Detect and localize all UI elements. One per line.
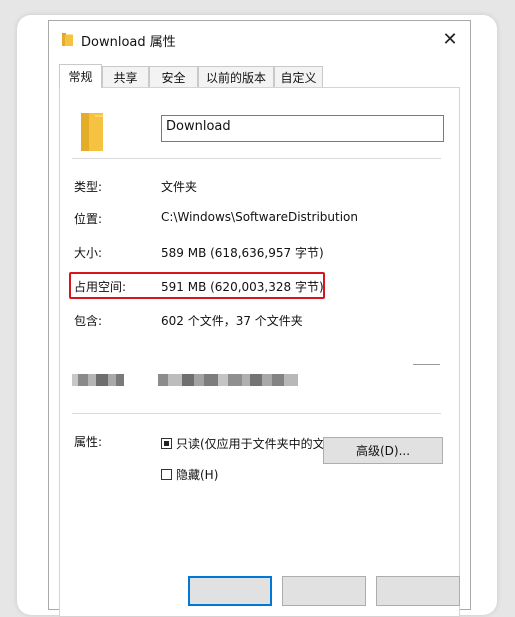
readonly-checkbox[interactable] [161, 438, 172, 449]
size-on-disk-value: 591 MB (620,003,328 字节) [161, 280, 324, 294]
properties-dialog: Download 属性 ✕ 常规 共享 安全 以前的版本 自定义 Downloa… [48, 20, 471, 617]
tab-label: 常规 [68, 70, 93, 84]
general-tab-page: Download 类型: 文件夹 位置: C:\Windows\Software… [59, 87, 460, 617]
divider [72, 413, 441, 414]
blurred-value [158, 374, 298, 386]
advanced-button[interactable]: 高级(D)... [323, 437, 443, 464]
tab-previous-versions[interactable]: 以前的版本 [198, 66, 274, 87]
attributes-label: 属性: [74, 435, 103, 449]
tab-general[interactable]: 常规 [59, 64, 102, 88]
size-on-disk-label: 占用空间: [74, 280, 127, 294]
type-label: 类型: [74, 180, 103, 194]
contains-label: 包含: [74, 314, 103, 328]
divider [413, 364, 440, 365]
apply-button[interactable] [376, 576, 460, 606]
window-title: Download 属性 [81, 35, 176, 50]
hidden-checkbox[interactable] [161, 469, 172, 480]
size-label: 大小: [74, 246, 103, 260]
folder-icon [62, 33, 73, 46]
title-bar: Download 属性 ✕ [49, 21, 470, 57]
tab-security[interactable]: 安全 [149, 66, 198, 87]
tab-label: 共享 [113, 70, 138, 85]
ok-button[interactable] [188, 576, 272, 606]
cancel-button[interactable] [282, 576, 366, 606]
location-value: C:\Windows\SoftwareDistribution [161, 210, 358, 224]
tab-label: 以前的版本 [205, 70, 266, 85]
close-button[interactable]: ✕ [438, 27, 462, 51]
location-label: 位置: [74, 212, 103, 226]
folder-name-input[interactable]: Download [161, 115, 444, 142]
blurred-label [72, 374, 124, 386]
indeterminate-mark [164, 441, 169, 446]
tab-label: 安全 [161, 70, 186, 85]
divider [72, 158, 441, 159]
tab-label: 自定义 [280, 70, 317, 85]
tab-customize[interactable]: 自定义 [274, 66, 323, 87]
folder-icon [81, 113, 103, 151]
contains-value: 602 个文件，37 个文件夹 [161, 314, 303, 328]
tab-sharing[interactable]: 共享 [102, 66, 149, 87]
type-value: 文件夹 [161, 180, 198, 194]
size-value: 589 MB (618,636,957 字节) [161, 246, 324, 260]
close-icon: ✕ [442, 28, 458, 50]
hidden-label[interactable]: 隐藏(H) [176, 466, 218, 483]
